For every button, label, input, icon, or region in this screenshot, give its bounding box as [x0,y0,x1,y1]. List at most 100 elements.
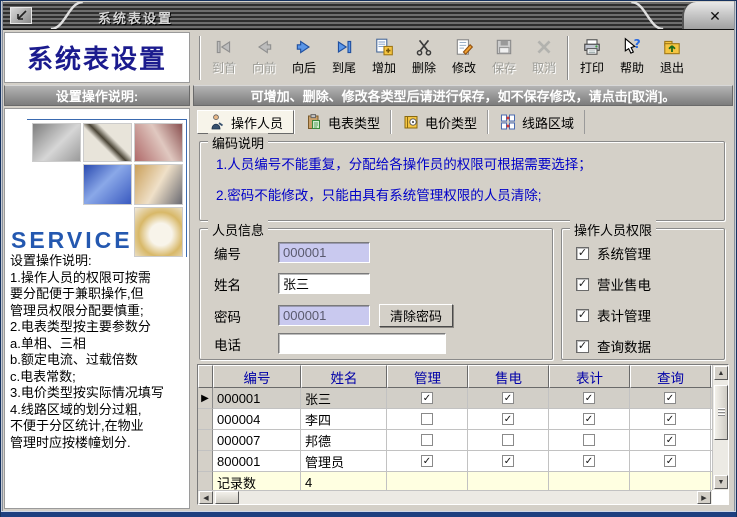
checkbox[interactable]: ✓ [583,392,595,404]
toolbar-button-print[interactable]: 打印 [572,34,612,82]
checkbox[interactable]: ✓ [576,247,589,260]
checkbox[interactable]: ✓ [502,392,514,404]
person-icon [208,113,226,131]
checkbox[interactable]: ✓ [421,392,433,404]
grid-header-cell[interactable]: 查询 [630,365,711,388]
toolbar-separator [199,36,201,80]
scroll-down-button[interactable]: ▼ [714,475,728,489]
cell-permission: ✓ [468,388,549,409]
checkbox[interactable] [421,413,433,425]
main-area: 操作人员电表类型电价类型线路区域 编码说明 1.人员编号不能重复，分配给各操作员… [193,108,733,509]
grid-header-cell[interactable]: 编号 [213,365,301,388]
table-row[interactable]: 000004李四✓✓✓ [198,409,712,430]
checkbox[interactable]: ✓ [664,455,676,467]
window-border [1,511,736,517]
scroll-right-button[interactable]: ▶ [697,491,711,504]
horizontal-scrollbar[interactable]: ◀ ▶ [198,490,712,504]
checkbox[interactable]: ✓ [576,309,589,322]
tab-meter-types[interactable]: 电表类型 [294,110,391,134]
encoding-legend: 编码说明 [208,133,268,152]
permission-item: ✓系统管理 [576,243,651,263]
table-row[interactable]: 000007邦德✓ [198,430,712,451]
tab-label: 线路区域 [522,113,574,132]
tab-operators[interactable]: 操作人员 [197,110,294,134]
clear-password-button[interactable]: 清除密码 [379,304,453,327]
save-icon [494,37,514,57]
checkbox[interactable] [502,434,514,446]
toolbar-button-label: 到尾 [332,59,356,76]
collage-tile-hand [134,164,183,205]
name-field[interactable] [278,273,370,294]
checkbox[interactable] [421,434,433,446]
toolbar-button-last[interactable]: 到尾 [324,34,364,82]
vertical-scroll-thumb[interactable] [714,385,728,440]
permission-item: ✓营业售电 [576,274,651,294]
footer-empty-cell [468,472,549,490]
toolbar-button-edit[interactable]: 修改 [444,34,484,82]
window-border [1,1,3,517]
checkbox[interactable]: ✓ [576,340,589,353]
row-indicator [198,451,213,472]
toolbar-button-delete[interactable]: 删除 [404,34,444,82]
toolbar-button-prev[interactable]: 向前 [244,34,284,82]
number-field[interactable] [278,242,370,263]
permission-label: 查询数据 [597,336,651,356]
toolbar-separator [567,36,569,80]
checkbox[interactable]: ✓ [576,278,589,291]
scroll-up-button[interactable]: ▲ [714,366,728,380]
table-row[interactable]: 800001管理员✓✓✓✓ [198,451,712,472]
cell-name: 邦德 [301,430,387,451]
checkbox[interactable]: ✓ [421,455,433,467]
grid-header-cell[interactable]: 管理 [387,365,468,388]
person-info-legend: 人员信息 [208,220,268,239]
scroll-left-button[interactable]: ◀ [199,491,213,504]
checkbox[interactable]: ✓ [664,392,676,404]
cell-number: 000004 [213,409,301,430]
password-field[interactable] [278,305,370,326]
table-row[interactable]: ▶000001张三✓✓✓✓ [198,388,712,409]
app-header: 系统表设置 [4,32,190,83]
toolbar-button-label: 帮助 [620,59,644,76]
phone-field[interactable] [278,333,446,354]
checkbox[interactable]: ✓ [664,434,676,446]
decorative-line [27,119,187,120]
cell-permission: ✓ [387,388,468,409]
permissions-list: ✓系统管理✓营业售电✓表计管理✓查询数据 [576,243,651,356]
exit-icon [662,37,682,57]
tab-price-types[interactable]: 电价类型 [391,110,488,134]
toolbar-button-save[interactable]: 保存 [484,34,524,82]
collage-tile-pen [83,123,132,162]
toolbar-button-first[interactable]: 到首 [204,34,244,82]
row-indicator [198,472,213,490]
tab-line-areas[interactable]: 线路区域 [488,110,585,134]
cancel-icon [534,37,554,57]
horizontal-scroll-thumb[interactable] [215,491,239,504]
checkbox[interactable]: ✓ [583,455,595,467]
collage-tile-keyboard [83,164,132,205]
cell-permission: ✓ [630,388,711,409]
grid-header-cell[interactable]: 姓名 [301,365,387,388]
toolbar-button-cancel[interactable]: 取消 [524,34,564,82]
cell-permission [468,430,549,451]
checkbox[interactable]: ✓ [502,413,514,425]
close-button[interactable]: ✕ [706,7,724,25]
toolbar-button-exit[interactable]: 退出 [652,34,692,82]
row-indicator [198,430,213,451]
toolbar-button-add[interactable]: 增加 [364,34,404,82]
vertical-scrollbar[interactable]: ▲ ▼ [712,365,728,490]
checkbox[interactable] [583,434,595,446]
toolbar-button-help[interactable]: ?帮助 [612,34,652,82]
checkbox[interactable]: ✓ [502,455,514,467]
titlebar[interactable]: 系统表设置 ✕ [3,2,734,30]
left-caption-bar: 设置操作说明: [4,85,190,106]
tab-label: 电价类型 [425,113,477,132]
cell-permission: ✓ [630,430,711,451]
checkbox[interactable]: ✓ [664,413,676,425]
toolbar-button-next[interactable]: 向后 [284,34,324,82]
grid-header-cell[interactable]: 表计 [549,365,630,388]
grid-header-cell[interactable]: 售电 [468,365,549,388]
checkbox[interactable]: ✓ [583,413,595,425]
grid-header-indicator [198,365,213,388]
collage-tile-tools [32,123,81,162]
permissions-legend: 操作人员权限 [570,220,656,239]
